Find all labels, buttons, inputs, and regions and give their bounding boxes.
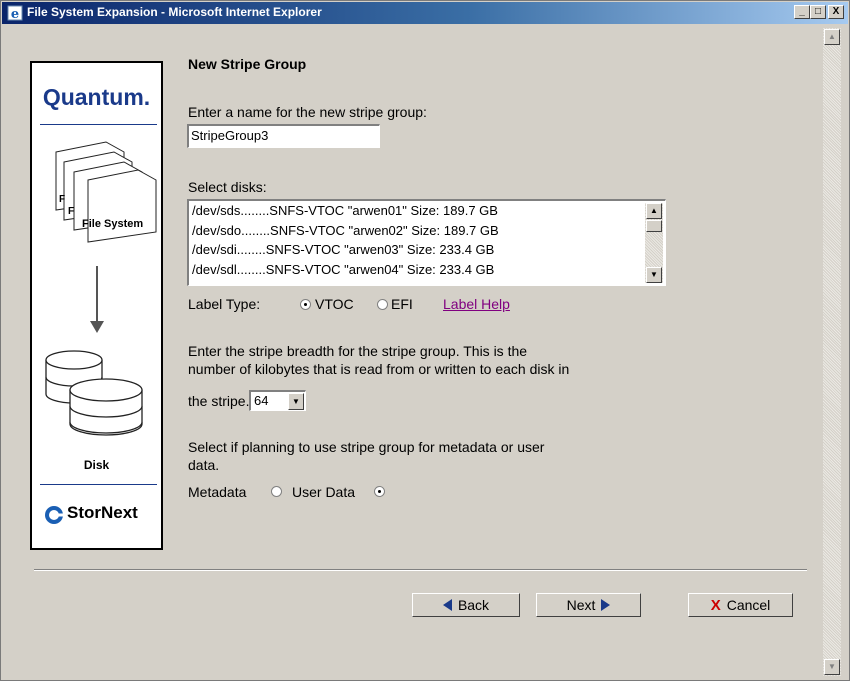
- list-item[interactable]: /dev/sdl........SNFS-VTOC "arwen04" Size…: [192, 262, 494, 277]
- disks-prompt: Select disks:: [188, 179, 267, 195]
- label-help-link[interactable]: Label Help: [443, 296, 510, 312]
- listbox-scrollbar[interactable]: ▲ ▼: [645, 203, 663, 283]
- next-arrow-icon: [601, 599, 611, 611]
- userdata-label: User Data: [292, 484, 356, 500]
- next-button-label: Next: [566, 597, 596, 613]
- flow-arrow: [96, 266, 98, 324]
- internet-explorer-icon: e: [7, 5, 23, 21]
- cancel-button-label: Cancel: [726, 597, 771, 613]
- stornext-logo: StorNext: [67, 503, 138, 522]
- stripe-breadth-select[interactable]: 64 ▼: [249, 390, 306, 411]
- efi-label: EFI: [391, 296, 413, 312]
- usage-text-line1: Select if planning to use stripe group f…: [188, 439, 545, 455]
- name-prompt: Enter a name for the new stripe group:: [188, 104, 427, 120]
- stornext-logo-icon: [45, 506, 64, 524]
- svg-text:F: F: [68, 206, 74, 217]
- svg-text:F: F: [59, 194, 65, 205]
- listbox-scroll-down-icon[interactable]: ▼: [646, 267, 662, 283]
- efi-radio[interactable]: [377, 299, 388, 310]
- page-title: New Stripe Group: [188, 56, 307, 72]
- metadata-radio[interactable]: [271, 486, 282, 497]
- list-item[interactable]: /dev/sdo........SNFS-VTOC "arwen02" Size…: [192, 223, 499, 238]
- button-separator: [34, 569, 807, 571]
- back-button-label: Back: [457, 597, 490, 613]
- breadth-text-line1: Enter the stripe breadth for the stripe …: [188, 343, 528, 359]
- sidebar-divider: [40, 124, 157, 125]
- usage-text-line2: data.: [188, 457, 220, 473]
- label-type-label: Label Type:: [188, 296, 261, 312]
- listbox-scroll-up-icon[interactable]: ▲: [646, 203, 662, 219]
- close-button[interactable]: X: [828, 5, 844, 19]
- close-icon: X: [710, 596, 721, 614]
- file-system-label: File System: [82, 218, 144, 230]
- back-arrow-icon: [442, 599, 452, 611]
- title-bar: e File System Expansion - Microsoft Inte…: [2, 2, 848, 24]
- cancel-button[interactable]: X Cancel: [688, 593, 793, 617]
- metadata-label: Metadata: [188, 484, 247, 500]
- minimize-button[interactable]: _: [794, 5, 810, 19]
- vtoc-label: VTOC: [315, 296, 354, 312]
- stripe-breadth-value: 64: [254, 393, 269, 408]
- back-button[interactable]: Back: [412, 593, 520, 617]
- disk-label: Disk: [83, 458, 110, 472]
- disks-listbox[interactable]: /dev/sds........SNFS-VTOC "arwen01" Size…: [187, 199, 666, 286]
- breadth-text-line3: the stripe.: [188, 393, 250, 409]
- next-button[interactable]: Next: [536, 593, 641, 617]
- listbox-scroll-thumb[interactable]: [646, 220, 662, 232]
- quantum-logo: Quantum.: [42, 84, 151, 110]
- stripe-group-name-input[interactable]: StripeGroup3: [187, 124, 380, 148]
- window-title: File System Expansion - Microsoft Intern…: [27, 5, 322, 19]
- page-scrollbar[interactable]: ▲ ▼: [823, 28, 841, 676]
- vtoc-radio[interactable]: [300, 299, 311, 310]
- userdata-radio[interactable]: [374, 486, 385, 497]
- list-item[interactable]: /dev/sdi........SNFS-VTOC "arwen03" Size…: [192, 242, 494, 257]
- breadth-text-line2: number of kilobytes that is read from or…: [188, 361, 570, 377]
- maximize-button[interactable]: □: [810, 5, 826, 19]
- svg-text:e: e: [11, 7, 19, 21]
- chevron-down-icon[interactable]: ▼: [288, 393, 304, 410]
- scroll-up-button[interactable]: ▲: [824, 29, 840, 45]
- disk-icon: [45, 350, 143, 436]
- sidebar-divider-bottom: [40, 484, 157, 485]
- flow-arrowhead: [90, 321, 104, 333]
- list-item[interactable]: /dev/sds........SNFS-VTOC "arwen01" Size…: [192, 203, 498, 218]
- scroll-down-button[interactable]: ▼: [824, 659, 840, 675]
